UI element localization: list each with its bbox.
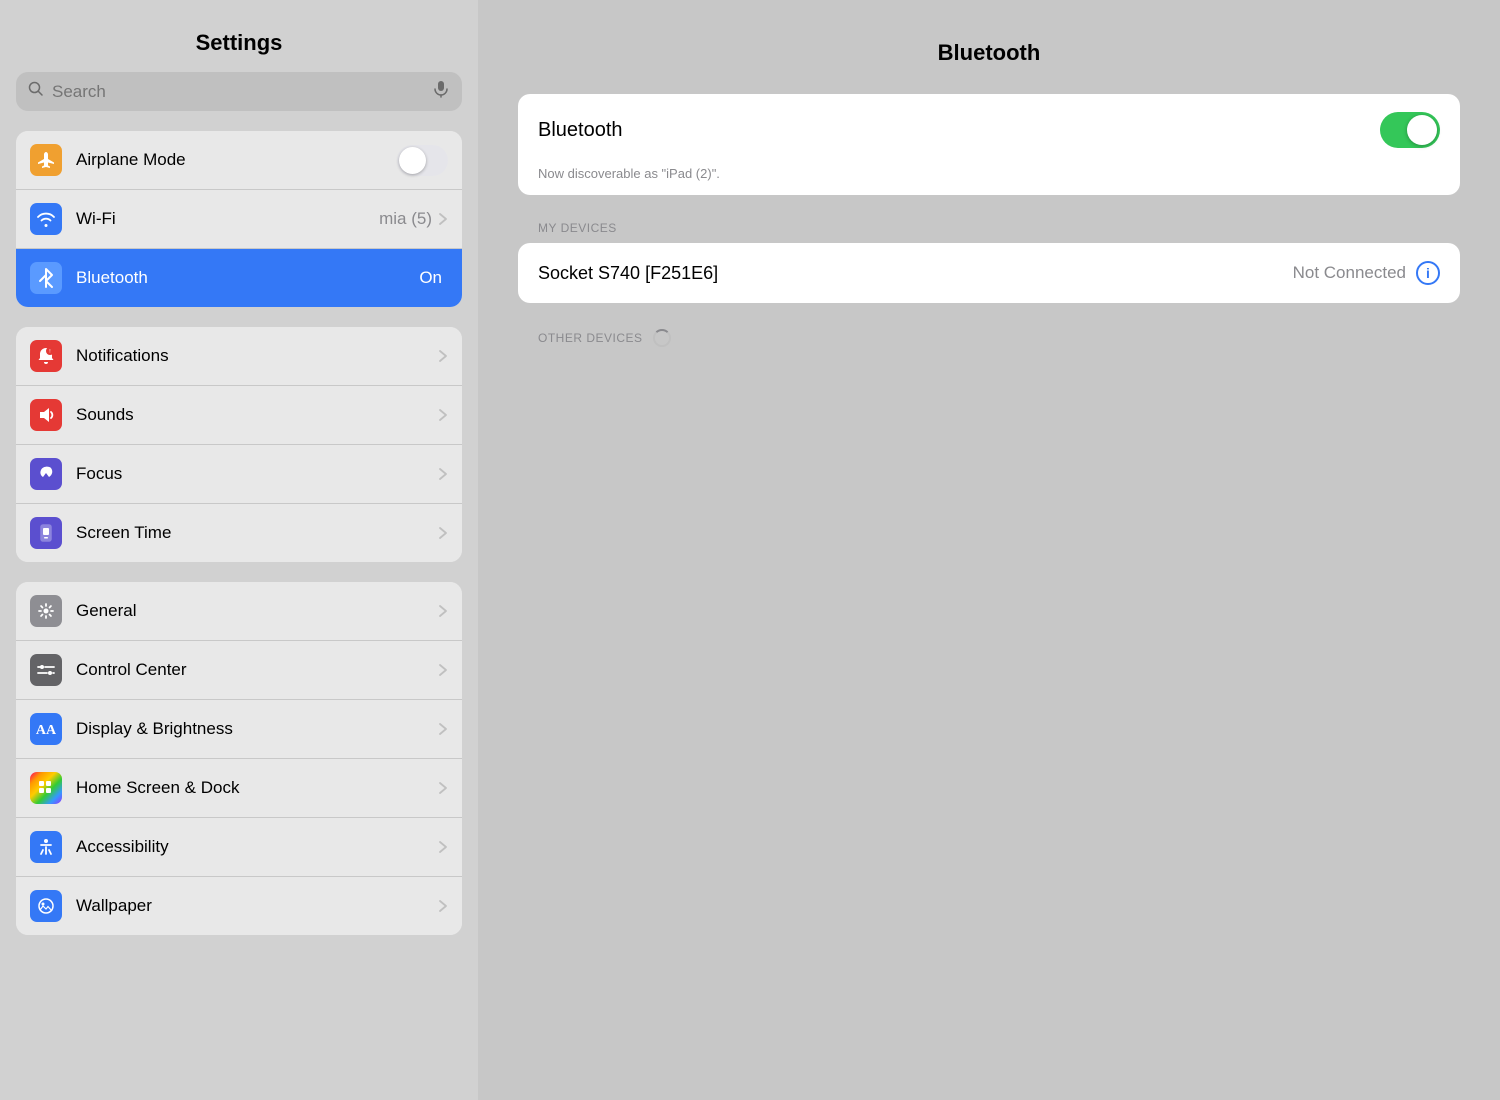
notifications-icon: !: [30, 340, 62, 372]
device-row[interactable]: Socket S740 [F251E6] Not Connected i: [518, 243, 1460, 303]
display-brightness-icon: AA: [30, 713, 62, 745]
bluetooth-toggle-card: Bluetooth Now discoverable as "iPad (2)"…: [518, 94, 1460, 195]
sidebar-item-home-screen[interactable]: Home Screen & Dock: [16, 759, 462, 818]
wifi-label: Wi-Fi: [76, 209, 379, 229]
sidebar-item-wallpaper[interactable]: Wallpaper: [16, 877, 462, 935]
accessibility-icon: [30, 831, 62, 863]
airplane-mode-toggle[interactable]: [397, 145, 448, 176]
airplane-mode-icon: [30, 144, 62, 176]
chevron-right-icon: [438, 663, 448, 677]
sidebar-item-control-center[interactable]: Control Center: [16, 641, 462, 700]
other-devices-header: OTHER DEVICES: [538, 331, 643, 345]
sounds-icon: [30, 399, 62, 431]
sidebar: Settings Airplane Mode: [0, 0, 478, 1100]
sidebar-item-screen-time[interactable]: Screen Time: [16, 504, 462, 562]
chevron-right-icon: [438, 899, 448, 913]
sidebar-item-airplane-mode[interactable]: Airplane Mode: [16, 131, 462, 190]
chevron-right-icon: [438, 840, 448, 854]
notifications-label: Notifications: [76, 346, 438, 366]
device-info-button[interactable]: i: [1416, 261, 1440, 285]
main-panel: Bluetooth Bluetooth Now discoverable as …: [478, 0, 1500, 1100]
chevron-right-icon: [438, 467, 448, 481]
chevron-right-icon: [438, 408, 448, 422]
sidebar-item-sounds[interactable]: Sounds: [16, 386, 462, 445]
chevron-right-icon: [438, 349, 448, 363]
sidebar-item-wifi[interactable]: Wi-Fi mia (5): [16, 190, 462, 249]
search-bar[interactable]: [16, 72, 462, 111]
device-name: Socket S740 [F251E6]: [538, 263, 1293, 284]
sidebar-item-notifications[interactable]: ! Notifications: [16, 327, 462, 386]
wallpaper-icon: [30, 890, 62, 922]
search-icon: [28, 81, 44, 102]
chevron-right-icon: [438, 722, 448, 736]
device-status: Not Connected: [1293, 263, 1406, 283]
airplane-mode-label: Airplane Mode: [76, 150, 397, 170]
control-center-icon: [30, 654, 62, 686]
bluetooth-icon: [30, 262, 62, 294]
svg-text:AA: AA: [36, 723, 57, 738]
sounds-label: Sounds: [76, 405, 438, 425]
other-devices-section: OTHER DEVICES: [518, 311, 1460, 355]
general-label: General: [76, 601, 438, 621]
settings-group-general: General Control Center: [16, 582, 462, 935]
focus-label: Focus: [76, 464, 438, 484]
settings-group-notifications: ! Notifications Sounds: [16, 327, 462, 562]
bluetooth-toggle[interactable]: [1380, 112, 1440, 148]
screen-time-label: Screen Time: [76, 523, 438, 543]
wifi-value: mia (5): [379, 209, 432, 229]
discoverable-text: Now discoverable as "iPad (2)".: [518, 166, 1460, 195]
bluetooth-toggle-row: Bluetooth: [518, 94, 1460, 166]
sidebar-item-bluetooth[interactable]: Bluetooth On: [16, 249, 462, 307]
sidebar-item-general[interactable]: General: [16, 582, 462, 641]
display-brightness-label: Display & Brightness: [76, 719, 438, 739]
bluetooth-main-label: Bluetooth: [538, 119, 1380, 142]
bluetooth-label-sidebar: Bluetooth: [76, 268, 419, 288]
sidebar-item-display-brightness[interactable]: AA Display & Brightness: [16, 700, 462, 759]
sidebar-item-focus[interactable]: Focus: [16, 445, 462, 504]
bluetooth-value: On: [419, 268, 442, 288]
my-devices-header: MY DEVICES: [518, 203, 1460, 243]
settings-group-connectivity: Airplane Mode Wi-Fi mia (5): [16, 131, 462, 307]
focus-icon: [30, 458, 62, 490]
wifi-icon: [30, 203, 62, 235]
home-screen-label: Home Screen & Dock: [76, 778, 438, 798]
control-center-label: Control Center: [76, 660, 438, 680]
home-screen-icon: [30, 772, 62, 804]
chevron-right-icon: [438, 781, 448, 795]
microphone-icon: [432, 80, 450, 103]
sidebar-title: Settings: [16, 20, 462, 56]
panel-title: Bluetooth: [518, 30, 1460, 66]
search-input[interactable]: [52, 82, 424, 102]
chevron-right-icon: [438, 604, 448, 618]
general-icon: [30, 595, 62, 627]
chevron-right-icon: [438, 526, 448, 540]
scanning-spinner: [653, 329, 671, 347]
sidebar-item-accessibility[interactable]: Accessibility: [16, 818, 462, 877]
accessibility-label: Accessibility: [76, 837, 438, 857]
screen-time-icon: [30, 517, 62, 549]
chevron-right-icon: [438, 212, 448, 226]
wallpaper-label: Wallpaper: [76, 896, 438, 916]
svg-text:!: !: [49, 349, 50, 355]
